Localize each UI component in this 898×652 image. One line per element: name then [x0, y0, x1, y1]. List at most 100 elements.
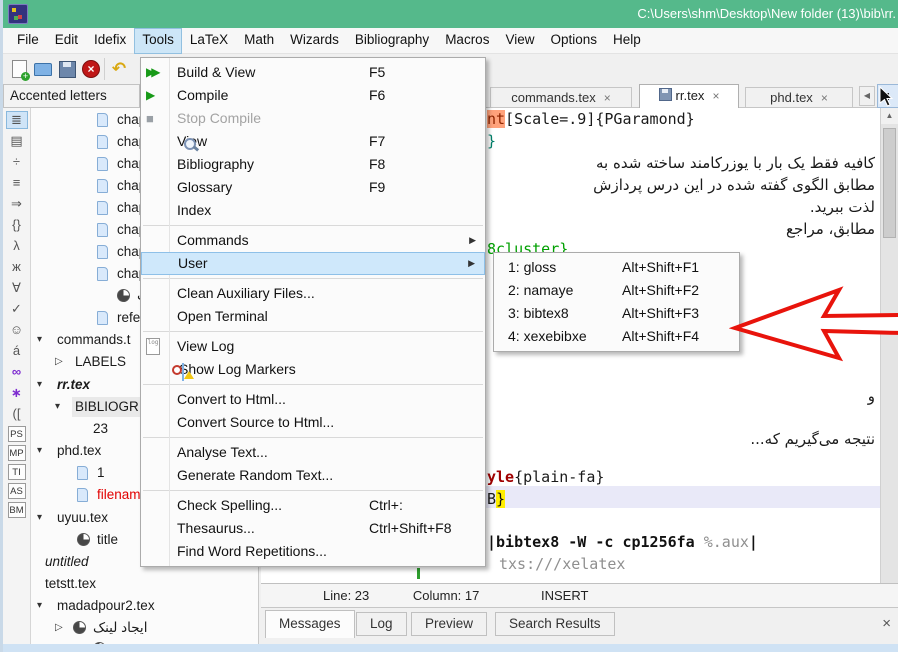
- tab-rr-tex[interactable]: rr.tex×: [639, 84, 739, 108]
- scrollbar-thumb[interactable]: [883, 128, 896, 238]
- misc-symbols-icon[interactable]: ∞: [6, 363, 28, 381]
- menubar-item-help[interactable]: Help: [605, 28, 649, 52]
- menu-item-view[interactable]: ViewF7: [141, 130, 485, 153]
- metapost-icon[interactable]: MP: [8, 445, 26, 461]
- arrows-icon[interactable]: ⇒: [6, 195, 28, 213]
- panel-close-icon[interactable]: ×: [882, 614, 891, 634]
- menu-item-clean-auxiliary-files[interactable]: Clean Auxiliary Files...: [141, 282, 485, 305]
- tikz-icon[interactable]: TI: [8, 464, 26, 480]
- brackets-icon[interactable]: ([: [6, 405, 28, 423]
- expander-collapsed-icon[interactable]: ▷: [55, 618, 63, 638]
- accented-letters-icon[interactable]: á: [6, 342, 28, 360]
- bottom-tab-messages[interactable]: Messages: [265, 610, 355, 638]
- expander-expanded-icon[interactable]: ▾: [37, 596, 42, 616]
- menubar-item-edit[interactable]: Edit: [47, 28, 86, 52]
- misc-math-icon[interactable]: ✓: [6, 300, 28, 318]
- expander-expanded-icon[interactable]: ▾: [55, 397, 60, 417]
- menu-item-build-view[interactable]: ▶▶Build & ViewF5: [141, 61, 485, 84]
- tab-scroll-left-icon[interactable]: ◀: [859, 86, 875, 106]
- user-command-4-xexebibxe[interactable]: 4: xexebibxeAlt+Shift+F4: [494, 325, 739, 348]
- code-segment: و: [868, 387, 875, 405]
- close-file-icon[interactable]: ×: [81, 59, 101, 79]
- menubar-item-macros[interactable]: Macros: [437, 28, 497, 52]
- menu-item-convert-to-html[interactable]: Convert to Html...: [141, 388, 485, 411]
- expander-expanded-icon[interactable]: ▾: [37, 330, 42, 350]
- menubar-item-idefix[interactable]: Idefix: [86, 28, 134, 52]
- tab-label: commands.tex: [511, 90, 596, 105]
- user-command-label: 1: gloss: [508, 259, 556, 275]
- menu-item-show-log-markers[interactable]: Show Log Markers: [141, 358, 485, 381]
- bottom-tab-search-results[interactable]: Search Results: [495, 612, 615, 636]
- menubar-item-latex[interactable]: LaTeX: [182, 28, 236, 52]
- menubar-item-file[interactable]: File: [9, 28, 47, 52]
- delimiters-icon[interactable]: {}: [6, 216, 28, 234]
- misc-text-icon[interactable]: ☺: [6, 321, 28, 339]
- user-command-3-bibtex8[interactable]: 3: bibtex8Alt+Shift+F3: [494, 302, 739, 325]
- pstricks-icon[interactable]: PS: [8, 426, 26, 442]
- menubar-item-bibliography[interactable]: Bibliography: [347, 28, 437, 52]
- save-file-icon[interactable]: [57, 59, 77, 79]
- symbol-panel-selector[interactable]: Accented letters: [3, 84, 140, 108]
- scroll-up-icon[interactable]: ▲: [881, 108, 898, 124]
- greek-letters-icon[interactable]: λ: [6, 237, 28, 255]
- menu-item-index[interactable]: Index: [141, 199, 485, 222]
- menubar-item-wizards[interactable]: Wizards: [282, 28, 347, 52]
- tab-close-icon[interactable]: ×: [604, 91, 611, 105]
- tab-phd-tex[interactable]: phd.tex×: [745, 87, 853, 108]
- expander-expanded-icon[interactable]: ▾: [37, 508, 42, 528]
- user-command-1-gloss[interactable]: 1: glossAlt+Shift+F1: [494, 256, 739, 279]
- favorites-icon[interactable]: ∗: [6, 384, 28, 402]
- menubar-item-view[interactable]: View: [497, 28, 542, 52]
- expander-expanded-icon[interactable]: ▾: [37, 375, 42, 395]
- menu-item-stop-compile: ■Stop Compile: [141, 107, 485, 130]
- undo-icon[interactable]: ↶: [109, 59, 129, 79]
- user-command-2-namaye[interactable]: 2: namayeAlt+Shift+F2: [494, 279, 739, 302]
- tab-close-icon[interactable]: ×: [821, 91, 828, 105]
- menu-item-user[interactable]: User▶: [141, 252, 485, 275]
- file-icon: [97, 157, 108, 171]
- menu-item-label: Stop Compile: [177, 110, 261, 126]
- expander-collapsed-icon[interactable]: ▷: [55, 352, 63, 372]
- asymptote-icon[interactable]: AS: [8, 483, 26, 499]
- menu-item-view-log[interactable]: logView Log: [141, 335, 485, 358]
- expander-expanded-icon[interactable]: ▾: [37, 441, 42, 461]
- open-file-icon[interactable]: [33, 59, 53, 79]
- menubar-item-tools[interactable]: Tools: [134, 28, 182, 54]
- bottom-tab-preview[interactable]: Preview: [411, 612, 487, 636]
- tree-item-madadpour2-tex[interactable]: ▾madadpour2.tex: [31, 596, 259, 616]
- bottom-tab-log[interactable]: Log: [356, 612, 407, 636]
- cyrillic-icon[interactable]: ж: [6, 258, 28, 276]
- menu-item-convert-source-to-html[interactable]: Convert Source to Html...: [141, 411, 485, 434]
- menu-item-label: Glossary: [177, 179, 232, 195]
- menu-item-shortcut: F6: [369, 84, 385, 107]
- bookmarks-icon[interactable]: ▤: [6, 132, 28, 150]
- menu-item-find-word-repetitions[interactable]: Find Word Repetitions...: [141, 540, 485, 563]
- menubar-item-options[interactable]: Options: [542, 28, 605, 52]
- menubar-item-math[interactable]: Math: [236, 28, 282, 52]
- math-operators-icon[interactable]: ÷: [6, 153, 28, 171]
- menu-item-shortcut: F7: [369, 130, 385, 153]
- title-bar[interactable]: C:\Users\shm\Desktop\New folder (13)\bib…: [3, 0, 898, 28]
- logic-icon[interactable]: ∀: [6, 279, 28, 297]
- menu-item-analyse-text[interactable]: Analyse Text...: [141, 441, 485, 464]
- tab-close-icon[interactable]: ×: [712, 89, 719, 103]
- beamer-icon[interactable]: BM: [8, 502, 26, 518]
- equalities-icon[interactable]: ≡: [6, 174, 28, 192]
- menu-item-thesaurus[interactable]: Thesaurus...Ctrl+Shift+F8: [141, 517, 485, 540]
- new-file-icon[interactable]: +: [9, 59, 29, 79]
- user-command-shortcut: Alt+Shift+F4: [622, 325, 699, 348]
- menu-item-bibliography[interactable]: BibliographyF8: [141, 153, 485, 176]
- structure-icon[interactable]: ≣: [6, 111, 28, 129]
- menu-item-open-terminal[interactable]: Open Terminal: [141, 305, 485, 328]
- tree-item-ایجاد-لینک[interactable]: ▷ایجاد لینک: [31, 618, 259, 638]
- code-line: }: [487, 130, 496, 152]
- code-line: مطابق، مراجع: [786, 218, 875, 240]
- menu-item-compile[interactable]: ▶CompileF6: [141, 84, 485, 107]
- menu-item-check-spelling[interactable]: Check Spelling...Ctrl+:: [141, 494, 485, 517]
- tree-item-tetstt-tex[interactable]: tetstt.tex: [31, 574, 259, 594]
- tab-commands-tex[interactable]: commands.tex ×: [490, 87, 632, 108]
- menu-item-generate-random-text[interactable]: Generate Random Text...: [141, 464, 485, 487]
- menu-item-glossary[interactable]: GlossaryF9: [141, 176, 485, 199]
- menu-item-commands[interactable]: Commands▶: [141, 229, 485, 252]
- section-icon: [117, 289, 130, 302]
